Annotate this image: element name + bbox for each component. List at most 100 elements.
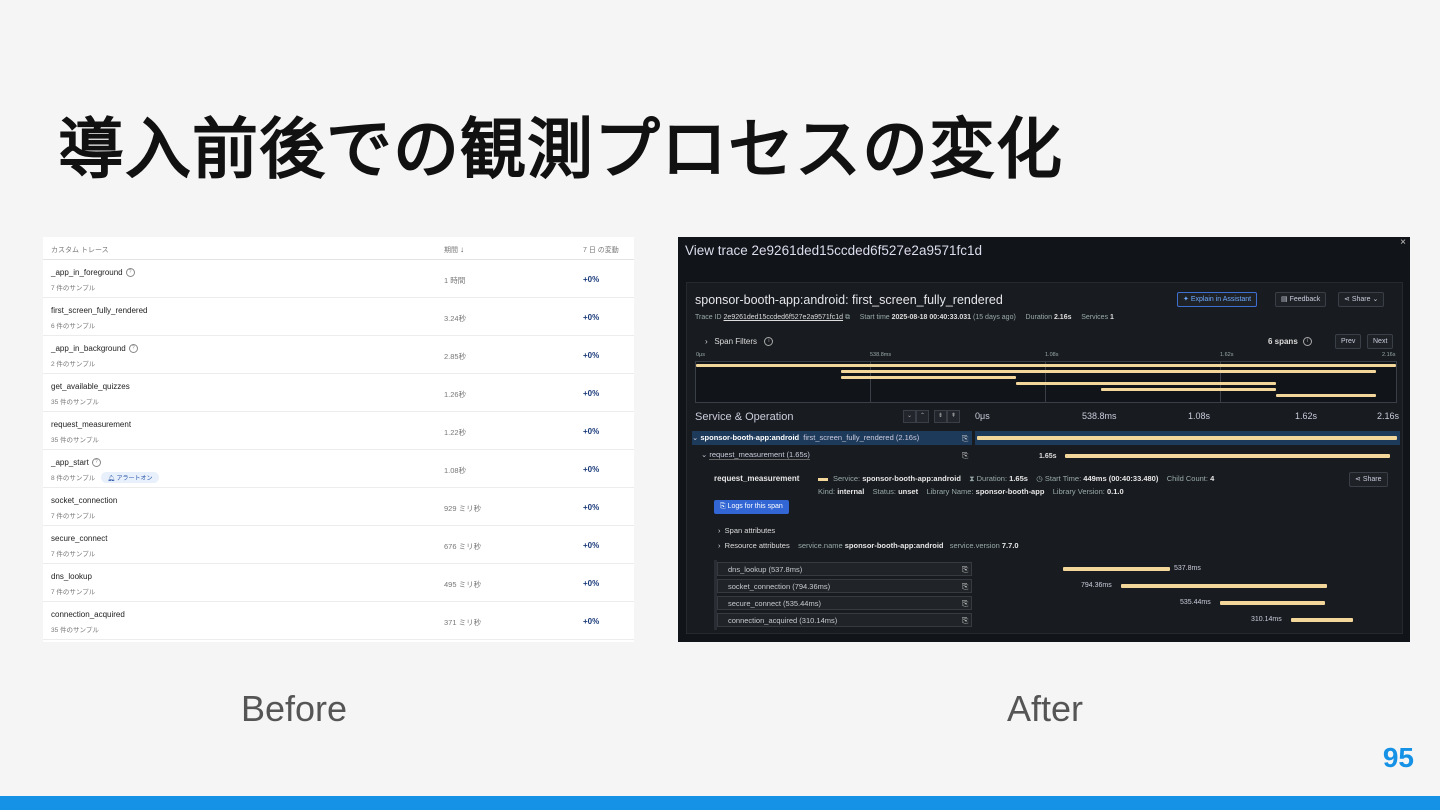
logs-for-span-button[interactable]: ⎘ Logs for this span	[714, 500, 789, 514]
collapse-all-icon[interactable]: ⇟	[934, 410, 947, 423]
share-button[interactable]: ⋖ Share ⌄	[1338, 292, 1385, 307]
trace-name[interactable]: request_measurement	[51, 420, 131, 429]
trace-name[interactable]: connection_acquired	[51, 610, 125, 619]
minimap-bar	[1016, 382, 1276, 385]
expand-all-icon[interactable]: ⇞	[947, 410, 960, 423]
logs-icon: ⎘	[720, 503, 728, 510]
detail-line-2: Kind: internal Status: unset Library Nam…	[818, 487, 1124, 496]
sample-count: 35 件のサンプル	[51, 627, 99, 634]
minimap-tick: 2.16s	[1382, 352, 1396, 358]
help-icon[interactable]: ?	[128, 344, 138, 354]
trace-id-link[interactable]: 2e9261ded15ccded6f527e2a9571fc1d	[724, 314, 844, 321]
col-7day-change[interactable]: 7 日 の変動	[583, 245, 619, 255]
table-row[interactable]: _app_in_background? 2 件のサンプル 2.85秒 +0%	[43, 336, 634, 374]
comment-icon: ▤	[1281, 296, 1290, 303]
logs-icon[interactable]: ⎘	[962, 599, 971, 608]
next-button[interactable]: Next	[1367, 334, 1394, 349]
chevron-right-icon: ›	[718, 541, 721, 550]
child-span-row[interactable]: connection_acquired (310.14ms)	[717, 613, 972, 627]
child-span-duration: 310.14ms	[1251, 616, 1282, 623]
child-span-bar	[1121, 584, 1327, 588]
trace-change: +0%	[583, 541, 600, 550]
table-row[interactable]: _app_in_foreground? 7 件のサンプル 1 時間 +0%	[43, 260, 634, 298]
table-row[interactable]: get_available_quizzes 35 件のサンプル 1.26秒 +0%	[43, 374, 634, 412]
prev-button[interactable]: Prev	[1335, 334, 1362, 349]
trace-duration: 2.85秒	[444, 352, 467, 361]
trace-name[interactable]: dns_lookup	[51, 572, 92, 581]
trace-change: +0%	[583, 503, 600, 512]
table-row[interactable]: connection_acquired 35 件のサンプル 371 ミリ秒 +0%	[43, 602, 634, 640]
child-span-bar	[1220, 601, 1325, 605]
trace-name[interactable]: socket_connection	[51, 496, 117, 505]
table-row[interactable]: secure_connect 7 件のサンプル 676 ミリ秒 +0%	[43, 526, 634, 564]
expand-icon[interactable]: ⌃	[916, 410, 929, 423]
child-span-duration: 535.44ms	[1180, 599, 1211, 606]
page-number: 95	[1382, 742, 1414, 773]
trace-change: +0%	[583, 617, 600, 626]
trace-duration: 3.24秒	[444, 314, 467, 323]
help-icon[interactable]: ?	[91, 458, 101, 468]
child-span-row[interactable]: dns_lookup (537.8ms)	[717, 562, 972, 576]
table-header: カスタム トレース 期間 ↓ 7 日 の変動	[43, 237, 634, 260]
minimap-bar	[1276, 394, 1376, 397]
trace-name[interactable]: _app_start?	[51, 458, 101, 468]
timeline-tick: 0μs	[975, 411, 990, 421]
col-duration[interactable]: 期間 ↓	[444, 245, 464, 255]
trace-duration: 1.22秒	[444, 428, 467, 437]
table-row[interactable]: first_screen_fully_rendered 6 件のサンプル 3.24秒…	[43, 298, 634, 336]
view-trace-title: View trace 2e9261ded15ccded6f527e2a9571f…	[685, 243, 982, 258]
span-row-request-measurement[interactable]: ⌄ request_measurement (1.65s)	[701, 448, 963, 462]
timeline-tick: 2.16s	[1377, 411, 1400, 421]
span-row-root[interactable]: ⌄ sponsor-booth-app:android first_screen…	[692, 431, 972, 445]
bottom-accent-bar	[0, 796, 1440, 810]
trace-duration: 676 ミリ秒	[444, 542, 482, 551]
trace-change: +0%	[583, 389, 600, 398]
close-icon[interactable]: ×	[1400, 237, 1406, 248]
trace-change: +0%	[583, 275, 600, 284]
slide-title: 導入前後での観測プロセスの変化	[58, 111, 1063, 188]
before-trace-table: カスタム トレース 期間 ↓ 7 日 の変動 _app_in_foregroun…	[43, 237, 634, 642]
feedback-button[interactable]: ▤ Feedback	[1275, 292, 1327, 307]
logs-icon[interactable]: ⎘	[962, 451, 971, 460]
logs-icon[interactable]: ⎘	[962, 616, 971, 625]
span-attributes-toggle[interactable]: › Span attributes	[718, 526, 775, 535]
detail-line-1: Service: sponsor-booth-app:android ⧗ Dur…	[833, 474, 1215, 483]
sample-count: 7 件のサンプル	[51, 589, 96, 596]
chevron-down-icon: ⌄	[1372, 296, 1379, 303]
table-row[interactable]: _app_start? 8 件のサンプル 🔔︎ アラートオン 1.08秒 +0%	[43, 450, 634, 488]
collapse-icon[interactable]: ⌄	[903, 410, 916, 423]
sparkle-icon: ✦	[1183, 296, 1191, 303]
trace-name[interactable]: secure_connect	[51, 534, 107, 543]
child-span-row[interactable]: secure_connect (535.44ms)	[717, 596, 972, 610]
explain-in-assistant-button[interactable]: ✦ Explain in Assistant	[1177, 292, 1258, 307]
span-share-button[interactable]: ⋖ Share	[1349, 472, 1388, 487]
logs-icon[interactable]: ⎘	[962, 582, 971, 591]
resource-attributes-toggle[interactable]: › Resource attributes service.name spons…	[718, 541, 1019, 550]
trace-name[interactable]: _app_in_foreground?	[51, 268, 135, 278]
child-span-bar	[1063, 567, 1170, 571]
trace-name[interactable]: _app_in_background?	[51, 344, 138, 354]
trace-duration: 1 時間	[444, 276, 466, 285]
share-icon: ⋖	[1355, 476, 1363, 483]
logs-icon[interactable]: ⎘	[962, 434, 971, 443]
minimap-bar	[841, 370, 1376, 373]
col-custom-trace[interactable]: カスタム トレース	[51, 245, 109, 255]
trace-name[interactable]: first_screen_fully_rendered	[51, 306, 148, 315]
table-row[interactable]: dns_lookup 7 件のサンプル 495 ミリ秒 +0%	[43, 564, 634, 602]
logs-icon[interactable]: ⎘	[962, 565, 971, 574]
trace-name[interactable]: get_available_quizzes	[51, 382, 130, 391]
trace-duration: 1.26秒	[444, 390, 467, 399]
chevron-down-icon: ⌄	[692, 433, 699, 442]
trace-minimap[interactable]: 0μs 538.8ms 1.08s 1.62s 2.16s	[695, 352, 1397, 403]
child-span-row[interactable]: socket_connection (794.36ms)	[717, 579, 972, 593]
table-row[interactable]: request_measurement 35 件のサンプル 1.22秒 +0%	[43, 412, 634, 450]
after-trace-viewer: View trace 2e9261ded15ccded6f527e2a9571f…	[678, 237, 1410, 642]
child-span-duration: 537.8ms	[1174, 565, 1201, 572]
child-span-duration: 1.65s	[1039, 453, 1057, 460]
minimap-tick: 1.08s	[1045, 352, 1059, 358]
help-icon[interactable]: ?	[125, 268, 135, 278]
span-filters-toggle[interactable]: › Span Filters i	[705, 337, 774, 347]
alert-on-badge[interactable]: 🔔︎ アラートオン	[101, 472, 159, 483]
table-row[interactable]: socket_connection 7 件のサンプル 929 ミリ秒 +0%	[43, 488, 634, 526]
copy-icon[interactable]: ⧉	[845, 314, 850, 321]
